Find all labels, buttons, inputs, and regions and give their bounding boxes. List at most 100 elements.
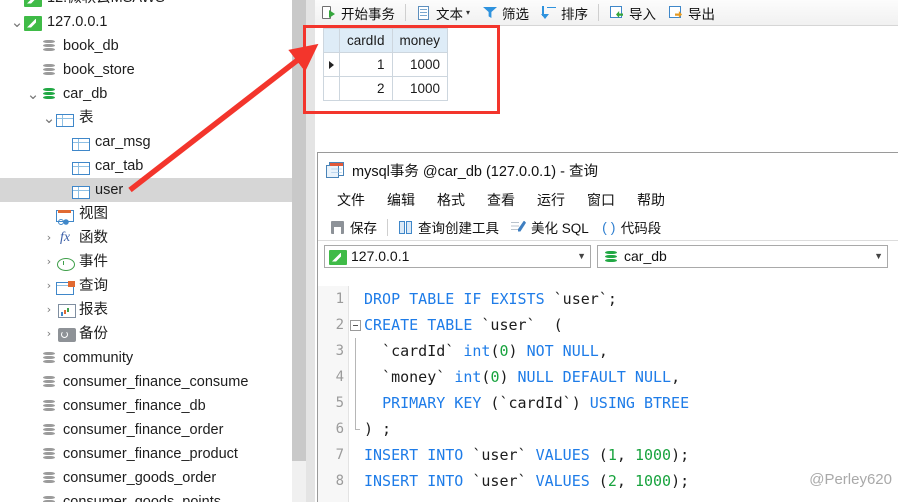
code-line[interactable]: DROP TABLE IF EXISTS `user`; [364, 286, 898, 312]
code-line[interactable]: `cardId` int(0) NOT NULL, [364, 338, 898, 364]
chevron-down-icon[interactable]: ⌄ [42, 111, 56, 126]
table-cell[interactable]: 1000 [391, 52, 449, 77]
chevron-right-icon[interactable]: › [42, 322, 56, 346]
toolbar-button-import[interactable]: 导入 [603, 0, 662, 25]
chevron-down-icon[interactable]: ⌄ [26, 87, 40, 102]
code-token: int [463, 342, 491, 360]
menu-item-帮助[interactable]: 帮助 [626, 187, 676, 214]
connection-select[interactable]: 127.0.0.1 ▼ [324, 244, 591, 268]
connection-bar[interactable]: 127.0.0.1 ▼ car_db ▼ [318, 241, 898, 271]
query-toolbar-code-snippet[interactable]: ( ) 代码段 [595, 214, 668, 240]
result-toolbar[interactable]: 开始事务 文本 ▾ 筛选 排序 导入 导出 [315, 0, 898, 26]
table-row[interactable]: 2 1000 [323, 76, 449, 101]
toolbar-button-sort[interactable]: 排序 [535, 0, 594, 25]
vertical-splitter[interactable] [306, 0, 315, 502]
tree-item-label: 12.微软云MSAWS [47, 0, 165, 10]
code-line[interactable]: INSERT INTO `user` VALUES (2, 1000); [364, 468, 898, 494]
code-token: `user` [472, 446, 527, 464]
toolbar-button-export[interactable]: 导出 [662, 0, 721, 25]
tree-item-视图[interactable]: 视图 [0, 202, 306, 226]
line-number-gutter: 1 2 3 4 5 6 7 8 [318, 286, 349, 502]
table-icon [72, 185, 90, 199]
chevron-right-icon[interactable]: › [42, 298, 56, 322]
toolbar-button-label: 文本 [436, 6, 463, 22]
tree-item-consumer_goods_order[interactable]: consumer_goods_order [0, 466, 306, 490]
column-header-cardid[interactable]: cardId [339, 28, 393, 53]
code-line[interactable]: PRIMARY KEY (`cardId`) USING BTREE [364, 390, 898, 416]
tree-item-报表[interactable]: › 报表 [0, 298, 306, 322]
toolbar-button-begin-transaction[interactable]: 开始事务 [315, 0, 401, 25]
toolbar-button-text[interactable]: 文本 ▾ [410, 0, 476, 25]
table-cell[interactable]: 1 [339, 52, 393, 77]
query-toolbar-beautify-sql[interactable]: 美化 SQL [505, 214, 595, 240]
menu-item-文件[interactable]: 文件 [326, 187, 376, 214]
tree-item-127-0-0-1[interactable]: ⌄ 127.0.0.1 [0, 10, 306, 34]
tree-item-label: 报表 [79, 302, 108, 318]
toolbar-button-filter[interactable]: 筛选 [476, 0, 535, 25]
chevron-right-icon[interactable]: › [42, 250, 56, 274]
column-header-money[interactable]: money [391, 28, 449, 53]
tree-item-user[interactable]: user [0, 178, 306, 202]
result-grid[interactable]: cardId money 1 1000 2 1000 [323, 28, 449, 101]
tree-item-consumer_finance_consume[interactable]: consumer_finance_consume [0, 370, 306, 394]
connection-select-value: 127.0.0.1 [351, 248, 410, 264]
tree-item-consumer_finance_db[interactable]: consumer_finance_db [0, 394, 306, 418]
tree-item-consumer_finance_product[interactable]: consumer_finance_product [0, 442, 306, 466]
tree-item-book_db[interactable]: book_db [0, 34, 306, 58]
code-fold-column[interactable] [349, 286, 363, 502]
sidebar-scrollbar-track[interactable] [292, 0, 306, 502]
chevron-down-icon[interactable]: ▾ [466, 8, 470, 17]
menu-item-格式[interactable]: 格式 [426, 187, 476, 214]
tree-item-表[interactable]: ⌄ 表 [0, 106, 306, 130]
table-cell[interactable]: 2 [339, 76, 393, 101]
chevron-down-icon[interactable]: ⌄ [10, 15, 24, 30]
menu-item-运行[interactable]: 运行 [526, 187, 576, 214]
code-fold-toggle[interactable] [350, 320, 361, 331]
menu-item-查看[interactable]: 查看 [476, 187, 526, 214]
tree-item-car_tab[interactable]: car_tab [0, 154, 306, 178]
code-line[interactable]: INSERT INTO `user` VALUES (1, 1000); [364, 442, 898, 468]
table-row[interactable]: 1 1000 [323, 52, 449, 77]
chevron-right-icon[interactable]: › [42, 274, 56, 298]
row-marker-header [323, 28, 340, 53]
begin-transaction-icon [321, 5, 337, 20]
tree-list[interactable]: 12.微软云MSAWS ⌄ 127.0.0.1 book_db book_store ⌄ c… [0, 0, 306, 502]
sql-code-area[interactable]: DROP TABLE IF EXISTS `user`; CREATE TABLE… [364, 286, 898, 502]
chevron-right-icon[interactable]: › [42, 226, 56, 250]
tree-item-函数[interactable]: › fx 函数 [0, 226, 306, 250]
tree-item-label: consumer_finance_consume [63, 374, 249, 390]
tree-item-consumer_goods_points[interactable]: consumer_goods_points [0, 490, 306, 502]
tree-item-consumer_finance_order[interactable]: consumer_finance_order [0, 418, 306, 442]
object-tree-sidebar[interactable]: 12.微软云MSAWS ⌄ 127.0.0.1 book_db book_store ⌄ c… [0, 0, 306, 502]
menu-item-窗口[interactable]: 窗口 [576, 187, 626, 214]
query-toolbar-query-builder[interactable]: 查询创建工具 [392, 214, 505, 240]
sql-editor[interactable]: 12345678 DROP TABLE IF EXISTS `user`; CRE… [318, 286, 898, 502]
code-line[interactable]: ) ; [364, 416, 898, 442]
table-cell[interactable]: 1000 [391, 76, 449, 101]
tree-item-12-微软云msaws[interactable]: 12.微软云MSAWS [0, 0, 306, 10]
tree-item-book_store[interactable]: book_store [0, 58, 306, 82]
query-window-toolbar[interactable]: 保存 查询创建工具 美化 SQL ( ) 代码段 [318, 214, 898, 241]
tree-item-car_msg[interactable]: car_msg [0, 130, 306, 154]
line-number: 7 [335, 447, 344, 463]
tree-item-备份[interactable]: › 备份 [0, 322, 306, 346]
code-line[interactable]: `money` int(0) NULL DEFAULT NULL, [364, 364, 898, 390]
code-token: ( [535, 316, 563, 334]
sidebar-scrollbar-thumb[interactable] [292, 0, 306, 461]
tree-item-label: user [95, 182, 124, 198]
menu-item-编辑[interactable]: 编辑 [376, 187, 426, 214]
tree-item-查询[interactable]: › 查询 [0, 274, 306, 298]
database-icon [40, 374, 58, 390]
tree-item-community[interactable]: community [0, 346, 306, 370]
code-token: ); [671, 446, 690, 464]
code-line[interactable]: CREATE TABLE `user` ( [364, 312, 898, 338]
tree-item-事件[interactable]: › 事件 [0, 250, 306, 274]
code-token: ( [589, 472, 608, 490]
grid-header-row: cardId money [323, 28, 449, 53]
tree-item-car_db[interactable]: ⌄ car_db [0, 82, 306, 106]
query-window-menubar[interactable]: 文件 编辑 格式 查看 运行 窗口 帮助 [318, 187, 898, 214]
database-select[interactable]: car_db ▼ [597, 244, 888, 268]
query-toolbar-save[interactable]: 保存 [324, 214, 383, 240]
